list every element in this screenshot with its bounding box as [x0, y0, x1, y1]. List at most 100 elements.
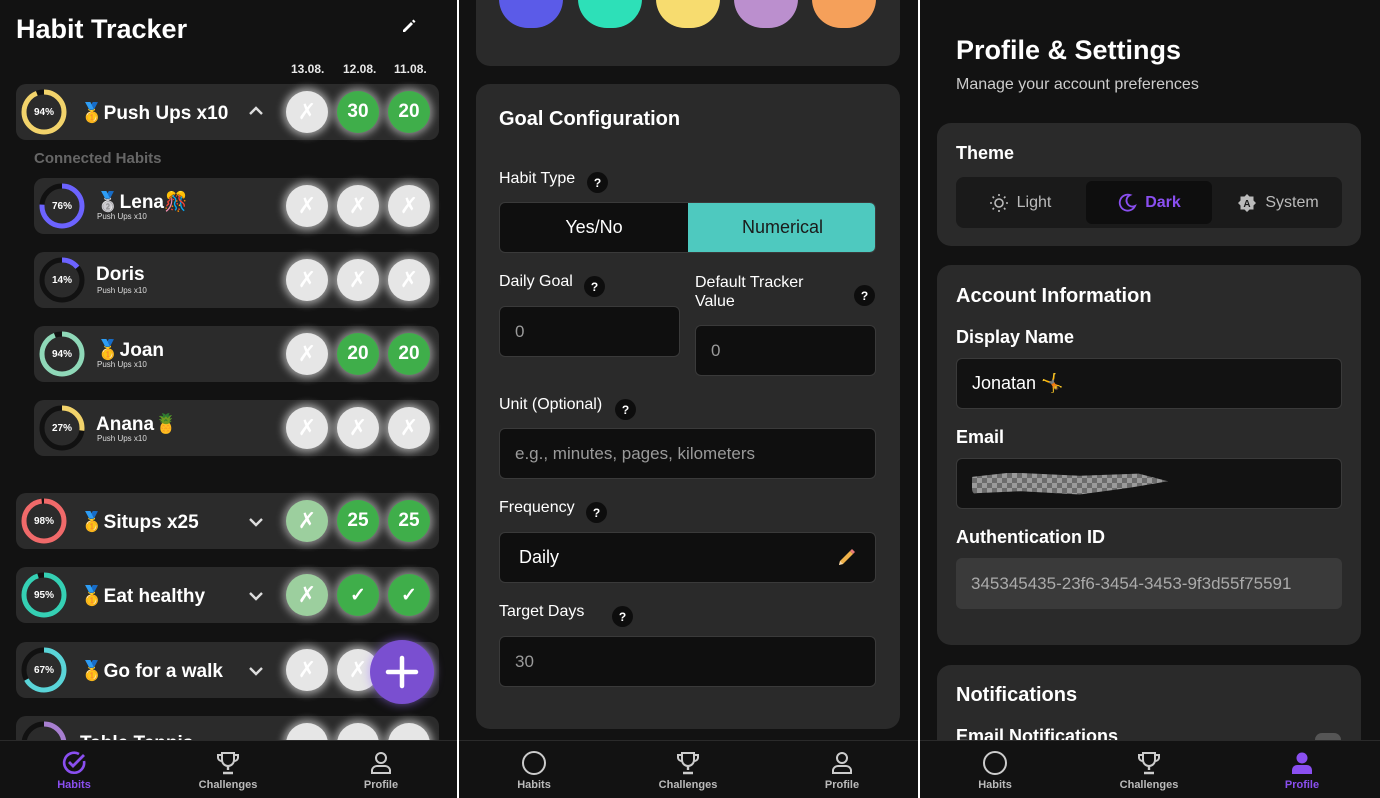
day-cell[interactable]: 20 — [337, 333, 379, 375]
display-name-input[interactable]: Jonatan 🤸 — [956, 358, 1342, 409]
connected-habits-label: Connected Habits — [34, 150, 162, 167]
habit-name: 🥇Eat healthy — [80, 586, 206, 607]
svg-text:A: A — [1244, 199, 1251, 210]
day-cell[interactable]: 20 — [388, 91, 430, 133]
day-cell[interactable]: ✗ — [388, 259, 430, 301]
habit-row-situps[interactable]: 98% 🥇Situps x25 ✗ 25 25 — [16, 493, 439, 549]
day-cell[interactable]: ✗ — [337, 407, 379, 449]
habit-type-label: Habit Type — [499, 170, 576, 187]
connected-habit-row[interactable]: 27% Anana🍍 Push Ups x10 ✗ ✗ ✗ — [34, 400, 439, 456]
day-cell[interactable]: 25 — [388, 500, 430, 542]
bottom-nav: Habits Challenges Profile — [0, 740, 457, 798]
page-subtitle: Manage your account preferences — [956, 76, 1199, 93]
progress-ring: 98% — [20, 497, 68, 545]
habit-subtitle: Push Ups x10 — [97, 360, 147, 369]
day-cell[interactable]: ✗ — [286, 574, 328, 616]
day-cell[interactable]: ✗ — [286, 649, 328, 691]
day-cell[interactable]: ✗ — [286, 500, 328, 542]
habit-name: 🥈Lena🎊 — [96, 192, 188, 213]
connected-habit-row[interactable]: 14% Doris Push Ups x10 ✗ ✗ ✗ — [34, 252, 439, 308]
section-title: Notifications — [956, 684, 1078, 706]
theme-system-button[interactable]: A System — [1214, 177, 1342, 228]
daily-goal-label: Daily Goal — [499, 273, 573, 290]
habit-tracker-panel: Habit Tracker 13.08. 12.08. 11.08. 94% 🥇… — [0, 0, 457, 798]
pencil-icon[interactable] — [835, 547, 857, 574]
user-icon — [832, 752, 852, 774]
day-cell[interactable]: ✗ — [286, 185, 328, 227]
theme-dark-button[interactable]: Dark — [1086, 181, 1212, 224]
chevron-down-icon[interactable] — [248, 589, 264, 607]
chevron-up-icon[interactable] — [248, 104, 264, 122]
day-cell[interactable]: ✓ — [388, 574, 430, 616]
moon-icon — [1119, 193, 1138, 212]
add-habit-button[interactable] — [370, 640, 434, 704]
day-cell[interactable]: ✗ — [337, 259, 379, 301]
chevron-down-icon[interactable] — [248, 664, 264, 682]
date-header-3: 11.08. — [394, 62, 427, 76]
nav-habits[interactable]: Habits — [474, 749, 594, 791]
color-swatch[interactable] — [656, 0, 720, 28]
account-info-card: Account Information Display Name Jonatan… — [937, 265, 1361, 645]
trophy-icon — [217, 752, 239, 775]
connected-habit-row[interactable]: 76% 🥈Lena🎊 Push Ups x10 ✗ ✗ ✗ — [34, 178, 439, 234]
connected-habit-row[interactable]: 94% 🥇Joan Push Ups x10 ✗ 20 20 — [34, 326, 439, 382]
help-icon[interactable]: ? — [612, 606, 633, 627]
day-cell[interactable]: ✗ — [388, 185, 430, 227]
help-icon[interactable]: ? — [854, 285, 875, 306]
theme-light-button[interactable]: Light — [956, 177, 1084, 228]
nav-profile[interactable]: Profile — [1242, 749, 1362, 791]
help-icon[interactable]: ? — [615, 399, 636, 420]
user-icon — [1292, 752, 1312, 774]
day-cell[interactable]: ✓ — [337, 574, 379, 616]
day-cell[interactable]: ✗ — [286, 259, 328, 301]
nav-habits[interactable]: Habits — [14, 749, 134, 791]
default-tracker-input[interactable]: 0 — [695, 325, 876, 376]
color-swatch[interactable] — [499, 0, 563, 28]
day-cell[interactable]: ✗ — [337, 185, 379, 227]
auth-id-field: 345345435-23f6-3454-3453-9f3d55f75591 — [956, 558, 1342, 609]
help-icon[interactable]: ? — [586, 502, 607, 523]
redacted-email — [972, 472, 1168, 495]
type-yes-no-button[interactable]: Yes/No — [500, 203, 688, 252]
default-tracker-label: Default Tracker Value — [695, 274, 804, 310]
nav-challenges[interactable]: Challenges — [1089, 749, 1209, 791]
nav-challenges[interactable]: Challenges — [168, 749, 288, 791]
help-icon[interactable]: ? — [587, 172, 608, 193]
goal-configuration-card: Goal Configuration Habit Type ? Yes/No N… — [476, 84, 900, 729]
nav-habits[interactable]: Habits — [935, 749, 1055, 791]
habit-row-eat-healthy[interactable]: 95% 🥇Eat healthy ✗ ✓ ✓ — [16, 567, 439, 623]
frequency-label: Frequency — [499, 499, 575, 516]
unit-input[interactable]: e.g., minutes, pages, kilometers — [499, 428, 876, 479]
nav-profile[interactable]: Profile — [782, 749, 902, 791]
help-icon[interactable]: ? — [584, 276, 605, 297]
day-cell[interactable]: ✗ — [286, 91, 328, 133]
date-header-1: 13.08. — [291, 62, 325, 76]
target-days-input[interactable]: 30 — [499, 636, 876, 687]
check-circle-icon — [62, 751, 86, 775]
section-title: Account Information — [956, 285, 1152, 307]
day-cell[interactable]: 20 — [388, 333, 430, 375]
habit-name: 🥇Situps x25 — [80, 512, 199, 533]
auto-icon: A — [1238, 193, 1257, 212]
day-cell[interactable]: ✗ — [286, 333, 328, 375]
day-cell[interactable]: ✗ — [388, 407, 430, 449]
email-input[interactable] — [956, 458, 1342, 509]
edit-icon[interactable] — [400, 18, 418, 41]
habit-row-push-ups[interactable]: 94% 🥇Push Ups x10 ✗ 30 20 — [16, 84, 439, 140]
page-title: Habit Tracker — [16, 14, 188, 44]
color-swatch[interactable] — [578, 0, 642, 28]
nav-profile[interactable]: Profile — [321, 749, 441, 791]
habit-name: 🥇Go for a walk — [80, 661, 223, 682]
section-title: Goal Configuration — [499, 108, 681, 130]
day-cell[interactable]: 25 — [337, 500, 379, 542]
color-swatch[interactable] — [734, 0, 798, 28]
day-cell[interactable]: 30 — [337, 91, 379, 133]
daily-goal-input[interactable]: 0 — [499, 306, 680, 357]
color-swatch[interactable] — [812, 0, 876, 28]
progress-ring: 76% — [38, 182, 86, 230]
nav-challenges[interactable]: Challenges — [628, 749, 748, 791]
chevron-down-icon[interactable] — [248, 515, 264, 533]
type-numerical-button[interactable]: Numerical — [688, 203, 875, 252]
day-cell[interactable]: ✗ — [286, 407, 328, 449]
frequency-select[interactable]: Daily — [499, 532, 876, 583]
